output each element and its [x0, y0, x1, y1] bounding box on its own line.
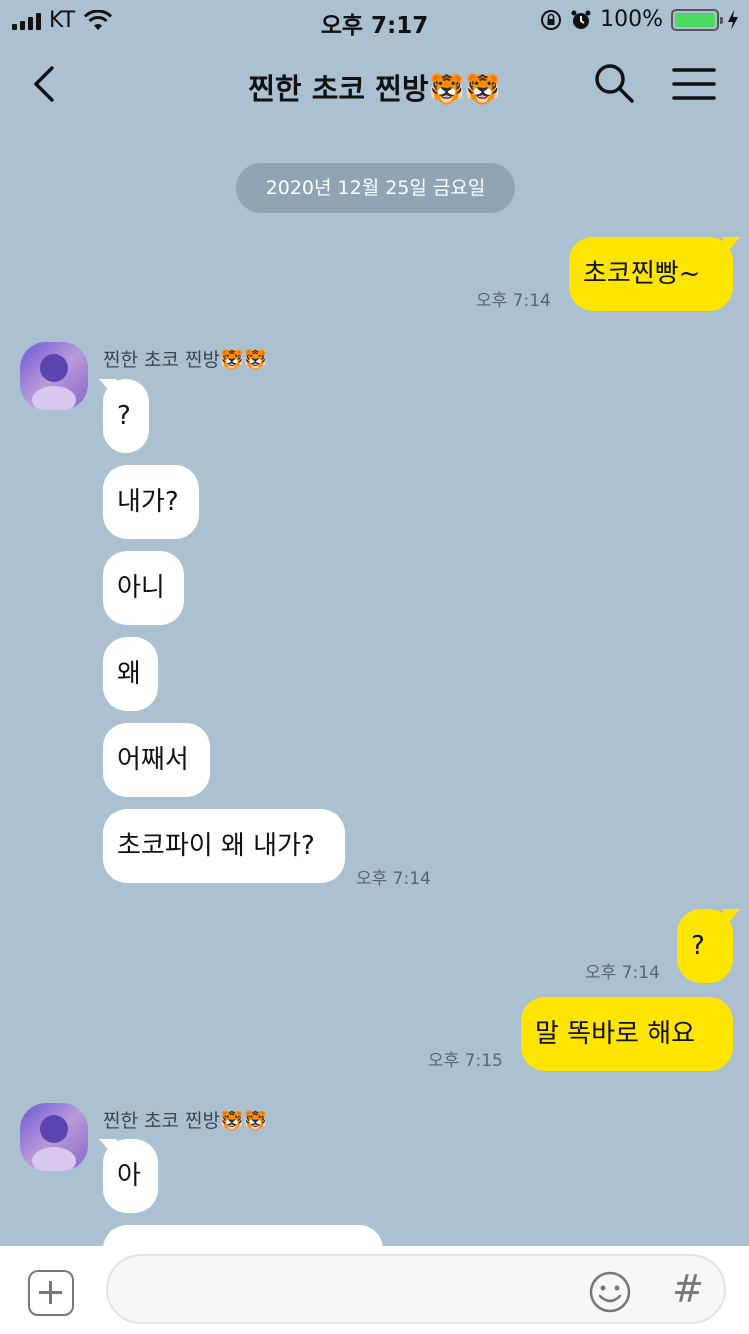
- hamburger-menu-icon[interactable]: [670, 64, 718, 104]
- message-bubble-received[interactable]: 초코파이 왜 내가?: [103, 809, 345, 883]
- message-bubble-received[interactable]: 왜: [103, 637, 158, 711]
- sender-name: 찐한 초코 찐방🐯🐯: [103, 349, 268, 371]
- message-time: 오후 7:14: [476, 291, 551, 311]
- input-bar: #: [0, 1246, 749, 1334]
- message-time: 오후 7:14: [585, 963, 660, 983]
- rotation-lock-icon: [541, 9, 562, 30]
- alarm-icon: [571, 10, 591, 29]
- message-time: 오후 7:14: [356, 869, 431, 889]
- sender-name: 찐한 초코 찐방🐯🐯: [103, 1110, 268, 1132]
- status-bar: KT 오후 7:17 100%: [0, 0, 749, 40]
- charging-icon: [728, 9, 738, 30]
- message-bubble-sent[interactable]: 말 똑바로 해요: [521, 997, 733, 1071]
- chat-header: 찐한 초코 찐방🐯🐯: [0, 44, 749, 124]
- message-bubble-received[interactable]: 어째서: [103, 723, 210, 797]
- hash-icon[interactable]: #: [668, 1264, 708, 1314]
- smiley-icon[interactable]: [588, 1270, 632, 1314]
- message-bubble-received[interactable]: ?: [103, 379, 149, 453]
- message-bubble-sent[interactable]: 초코찐빵~: [569, 237, 733, 311]
- status-right: 100%: [540, 7, 739, 32]
- message-bubble-received[interactable]: 아니: [103, 551, 184, 625]
- message-bubble-received[interactable]: 아: [103, 1139, 158, 1213]
- bubble-tail: [722, 909, 740, 925]
- message-bubble-received[interactable]: 내가?: [103, 465, 199, 539]
- profile-avatar[interactable]: [20, 342, 88, 410]
- battery-percent: 100%: [600, 7, 663, 32]
- plus-square-icon[interactable]: [28, 1270, 74, 1316]
- bubble-tail: [722, 237, 740, 253]
- message-input[interactable]: [106, 1254, 726, 1324]
- battery-icon: [671, 8, 723, 31]
- message-time: 오후 7:15: [428, 1051, 503, 1071]
- date-divider: 2020년 12월 25일 금요일: [236, 163, 515, 213]
- profile-avatar[interactable]: [20, 1103, 88, 1171]
- search-icon[interactable]: [593, 62, 635, 104]
- chat-title: 찐한 초코 찐방🐯🐯: [248, 72, 501, 106]
